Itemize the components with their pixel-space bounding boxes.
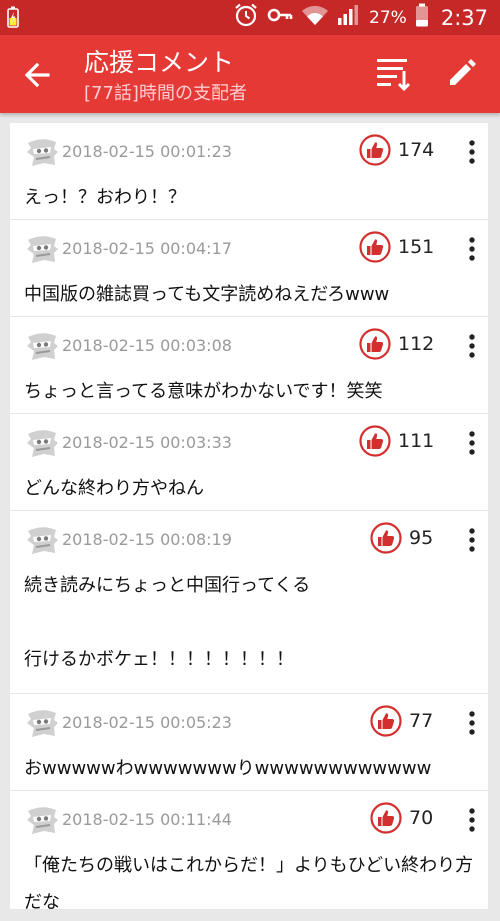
like-icon[interactable]: [370, 705, 402, 737]
comment-text: えっ！？おわり！？: [24, 187, 186, 208]
comment-item[interactable]: 2018-02-15 00:11:44 70 「俺たちの戦いはこれからだ！」よりもひ…: [10, 791, 488, 913]
user-avatar-icon: [24, 331, 60, 363]
more-vert-icon[interactable]: [466, 527, 478, 553]
like-count: 174: [398, 139, 435, 161]
status-time: 2:37: [440, 5, 488, 30]
comment-item[interactable]: 2018-02-15 00:04:17 151 中国版の雑誌買っても文字読めねえだろ…: [10, 220, 488, 317]
app-bar: 応援コメント [77話]時間の支配者: [0, 35, 500, 113]
vpn-key-icon: [267, 5, 293, 30]
more-vert-icon[interactable]: [466, 430, 478, 456]
like-count: 151: [398, 236, 435, 258]
like-icon[interactable]: [359, 328, 391, 360]
more-vert-icon[interactable]: [466, 139, 478, 165]
comment-date: 2018-02-15 00:04:17: [62, 239, 232, 258]
comment-date: 2018-02-15 00:01:23: [62, 142, 232, 161]
comment-text: 中国版の雑誌買っても文字読めねえだろwww: [24, 284, 390, 305]
comment-date: 2018-02-15 00:08:19: [62, 530, 232, 549]
user-avatar-icon: [24, 428, 60, 460]
comment-list: 2018-02-15 00:01:23 174 えっ！？おわり！？ 2018-02-1…: [10, 123, 488, 913]
page-subtitle: [77話]時間の支配者: [84, 83, 247, 104]
like-icon[interactable]: [359, 134, 391, 166]
like-icon[interactable]: [370, 522, 402, 554]
comment-text: ちょっと言ってる意味がわかないです！笑笑: [24, 381, 383, 402]
more-vert-icon[interactable]: [466, 236, 478, 262]
more-vert-icon[interactable]: [466, 710, 478, 736]
like-icon[interactable]: [359, 425, 391, 457]
comment-date: 2018-02-15 00:11:44: [62, 810, 232, 829]
comment-text: おwwwwwわwwwwwwwりwwwwwwwwwwww: [24, 758, 432, 779]
comment-date: 2018-02-15 00:03:33: [62, 433, 232, 452]
comment-item[interactable]: 2018-02-15 00:03:08 112 ちょっと言ってる意味がわかないです！…: [10, 317, 488, 414]
more-vert-icon[interactable]: [466, 333, 478, 359]
battery-percent: 27%: [369, 7, 407, 28]
like-count: 95: [409, 527, 434, 549]
edit-icon[interactable]: [444, 57, 478, 91]
wifi-icon: [301, 4, 329, 31]
like-icon[interactable]: [370, 802, 402, 834]
comment-item[interactable]: 2018-02-15 00:03:33 111 どんな終わり方やねん: [10, 414, 488, 511]
comment-text: 続き読みにちょっと中国行ってくる 行けるかボケェ！！！！！！！！: [24, 575, 311, 670]
alarm-icon: [233, 2, 259, 33]
comment-item[interactable]: 2018-02-15 00:08:19 95 続き読みにちょっと中国行ってくる 行け…: [10, 511, 488, 694]
more-vert-icon[interactable]: [466, 807, 478, 833]
sort-icon[interactable]: [374, 55, 414, 95]
comment-text: 「俺たちの戦いはこれからだ！」よりもひどい終わり方だな: [24, 855, 474, 913]
comment-item[interactable]: 2018-02-15 00:01:23 174 えっ！？おわり！？: [10, 123, 488, 220]
like-icon[interactable]: [359, 231, 391, 263]
comment-item[interactable]: 2018-02-15 00:05:23 77 おwwwwwわwwwwwwwりwwww…: [10, 694, 488, 791]
user-avatar-icon: [24, 234, 60, 266]
comment-date: 2018-02-15 00:05:23: [62, 713, 232, 732]
back-arrow-icon[interactable]: [20, 57, 56, 93]
comment-text: どんな終わり方やねん: [24, 478, 204, 499]
signal-icon: [337, 4, 359, 31]
battery-icon: [415, 3, 429, 32]
user-avatar-icon: [24, 805, 60, 837]
comment-date: 2018-02-15 00:03:08: [62, 336, 232, 355]
like-count: 112: [398, 333, 435, 355]
like-count: 111: [398, 430, 435, 452]
user-avatar-icon: [24, 525, 60, 557]
like-count: 70: [409, 807, 434, 829]
battery-charging-icon: [6, 6, 20, 32]
status-bar: 27% 2:37: [0, 0, 500, 35]
user-avatar-icon: [24, 137, 60, 169]
page-title: 応援コメント: [84, 48, 235, 77]
like-count: 77: [409, 710, 434, 732]
user-avatar-icon: [24, 708, 60, 740]
